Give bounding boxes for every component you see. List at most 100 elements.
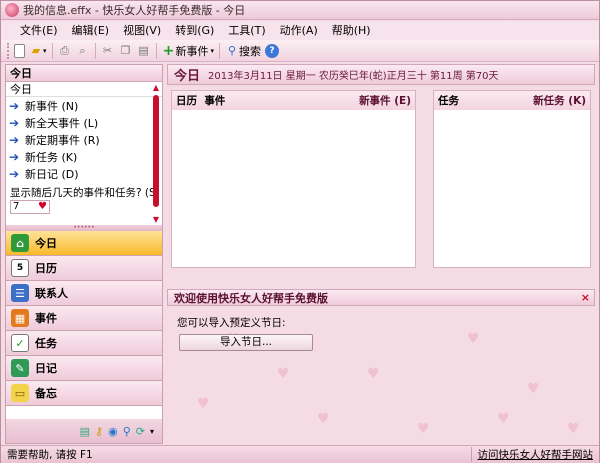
action-new-event[interactable]: ➔ 新事件 (N): [6, 97, 162, 114]
nav-today[interactable]: ⌂ 今日: [6, 231, 162, 256]
menu-tools[interactable]: 工具(T): [221, 21, 272, 40]
arrow-right-icon: ➔: [9, 115, 20, 130]
app-logo-icon: [5, 3, 19, 17]
sync-shortcut-icon[interactable]: ⟳: [136, 425, 145, 438]
action-label: 新事件 (N): [25, 99, 79, 113]
column-event: 事件: [204, 95, 226, 107]
nav-label: 今日: [35, 237, 57, 250]
copy-icon: ❐: [120, 43, 131, 57]
navigation-list: ⌂ 今日 5 日历 ☰ 联系人 ▦ 事件 ✓ 任务 ✎ 日记 ▭ 备忘: [6, 231, 162, 406]
window-title: 我的信息.effx - 快乐女人好帮手免费版 - 今日: [23, 4, 246, 17]
copy-button[interactable]: ❐: [119, 42, 133, 60]
arrow-right-icon: ➔: [9, 98, 20, 113]
sidebar-scrollbar[interactable]: ▲ ▼: [151, 83, 161, 225]
events-columns: 日历 事件: [176, 93, 225, 108]
action-label: 新任务 (K): [25, 150, 78, 164]
tasks-panel-header: 任务 新任务 (K): [434, 91, 590, 110]
nav-calendar[interactable]: 5 日历: [6, 256, 162, 281]
menu-actions[interactable]: 动作(A): [273, 21, 325, 40]
today-heading: 今日: [174, 69, 201, 84]
date-info: 2013年3月11日 星期一 农历癸巳年(蛇)正月三十 第11周 第70天: [208, 71, 499, 82]
nav-label: 事件: [35, 312, 57, 325]
close-icon[interactable]: ×: [581, 291, 590, 304]
welcome-title: 欢迎使用快乐女人好帮手免费版: [174, 291, 328, 305]
paste-icon: ▤: [138, 43, 149, 57]
days-value: 7: [13, 201, 20, 212]
toolbar-separator: [219, 42, 221, 59]
plus-icon: +: [162, 42, 175, 59]
toolbar-separator: [155, 42, 157, 59]
scroll-down-icon[interactable]: ▼: [151, 215, 161, 225]
nav-diary[interactable]: ✎ 日记: [6, 356, 162, 381]
paste-button[interactable]: ▤: [137, 42, 151, 60]
sidebar-header: 今日: [6, 65, 162, 82]
welcome-header: 欢迎使用快乐女人好帮手免费版 ×: [167, 289, 595, 306]
arrow-right-icon: ➔: [9, 149, 20, 164]
events-panel-header: 日历 事件 新事件 (E): [172, 91, 415, 110]
home-icon: ⌂: [11, 234, 29, 252]
search-label: 搜索: [239, 44, 262, 58]
toolbar-grip[interactable]: [7, 42, 10, 59]
open-folder-icon: ▰: [31, 43, 41, 57]
key-shortcut-icon[interactable]: ⚷: [95, 425, 103, 438]
print-icon: ⎙: [60, 43, 69, 57]
days-spinner[interactable]: 7 ♥: [10, 200, 50, 214]
app-window: 我的信息.effx - 快乐女人好帮手免费版 - 今日 文件(E) 编辑(E) …: [0, 0, 600, 463]
open-button[interactable]: ▰ ▾: [29, 42, 47, 60]
nav-tasks[interactable]: ✓ 任务: [6, 331, 162, 356]
toolbar-separator: [94, 42, 96, 59]
calendar-icon: 5: [11, 259, 29, 277]
cut-icon: ✂: [102, 43, 113, 57]
heart-spinner-icon[interactable]: ♥: [38, 201, 47, 213]
new-event-button[interactable]: + 新事件 ▾: [162, 42, 214, 60]
arrow-right-icon: ➔: [9, 166, 20, 181]
nav-memo[interactable]: ▭ 备忘: [6, 381, 162, 406]
action-new-task[interactable]: ➔ 新任务 (K): [6, 148, 162, 165]
new-event-link[interactable]: 新事件 (E): [359, 93, 411, 108]
action-new-diary[interactable]: ➔ 新日记 (D): [6, 165, 162, 182]
cut-button[interactable]: ✂: [101, 42, 115, 60]
menu-bar: 文件(E) 编辑(E) 视图(V) 转到(G) 工具(T) 动作(A) 帮助(H…: [1, 21, 599, 40]
toolbar: ▰ ▾ ⎙ ⌕ ✂ ❐ ▤ + 新事件 ▾ ⚲ 搜索 ?: [1, 40, 599, 62]
search-icon: ⚲: [228, 43, 237, 57]
chevron-down-icon[interactable]: ▾: [150, 427, 154, 436]
nav-contacts[interactable]: ☰ 联系人: [6, 281, 162, 306]
events-icon: ▦: [11, 309, 29, 327]
tasks-title: 任务: [438, 95, 459, 107]
action-new-allday-event[interactable]: ➔ 新全天事件 (L): [6, 114, 162, 131]
help-button[interactable]: ?: [265, 42, 280, 60]
visit-website-link[interactable]: 访问快乐女人好帮手网站: [470, 447, 593, 462]
globe-shortcut-icon[interactable]: ◉: [108, 425, 118, 438]
nav-shortcut-bar: ▤ ⚷ ◉ ⚲ ⟳ ▾: [6, 419, 162, 443]
nav-label: 备忘: [35, 387, 57, 400]
notes-shortcut-icon[interactable]: ▤: [80, 425, 90, 438]
new-document-icon: [14, 43, 25, 58]
nav-events[interactable]: ▦ 事件: [6, 306, 162, 331]
arrow-right-icon: ➔: [9, 132, 20, 147]
scroll-up-icon[interactable]: ▲: [151, 83, 161, 93]
events-panel: 日历 事件 新事件 (E): [171, 90, 416, 268]
nav-label: 任务: [35, 337, 57, 350]
menu-edit[interactable]: 编辑(E): [65, 21, 117, 40]
new-task-link[interactable]: 新任务 (K): [533, 93, 586, 108]
print-preview-button[interactable]: ⌕: [76, 42, 90, 60]
import-holidays-button[interactable]: 导入节日...: [179, 334, 313, 351]
menu-file[interactable]: 文件(E): [13, 21, 65, 40]
nav-label: 日记: [35, 362, 57, 375]
status-help-text: 需要帮助, 请按 F1: [7, 449, 93, 461]
menu-view[interactable]: 视图(V): [116, 21, 168, 40]
welcome-text: 您可以导入预定义节日:: [177, 317, 286, 329]
action-label: 新日记 (D): [25, 167, 79, 181]
scrollbar-thumb[interactable]: [153, 95, 159, 207]
search-shortcut-icon[interactable]: ⚲: [123, 425, 131, 438]
menu-help[interactable]: 帮助(H): [325, 21, 378, 40]
menu-goto[interactable]: 转到(G): [168, 21, 221, 40]
action-new-recurring-event[interactable]: ➔ 新定期事件 (R): [6, 131, 162, 148]
search-button[interactable]: ⚲ 搜索: [225, 42, 261, 60]
tasks-icon: ✓: [11, 334, 29, 352]
print-button[interactable]: ⎙: [58, 42, 72, 60]
title-bar: 我的信息.effx - 快乐女人好帮手免费版 - 今日: [1, 1, 599, 20]
action-label: 新全天事件 (L): [25, 116, 99, 130]
date-header: 今日 2013年3月11日 星期一 农历癸巳年(蛇)正月三十 第11周 第70天: [167, 64, 595, 85]
new-document-button[interactable]: [14, 42, 25, 60]
